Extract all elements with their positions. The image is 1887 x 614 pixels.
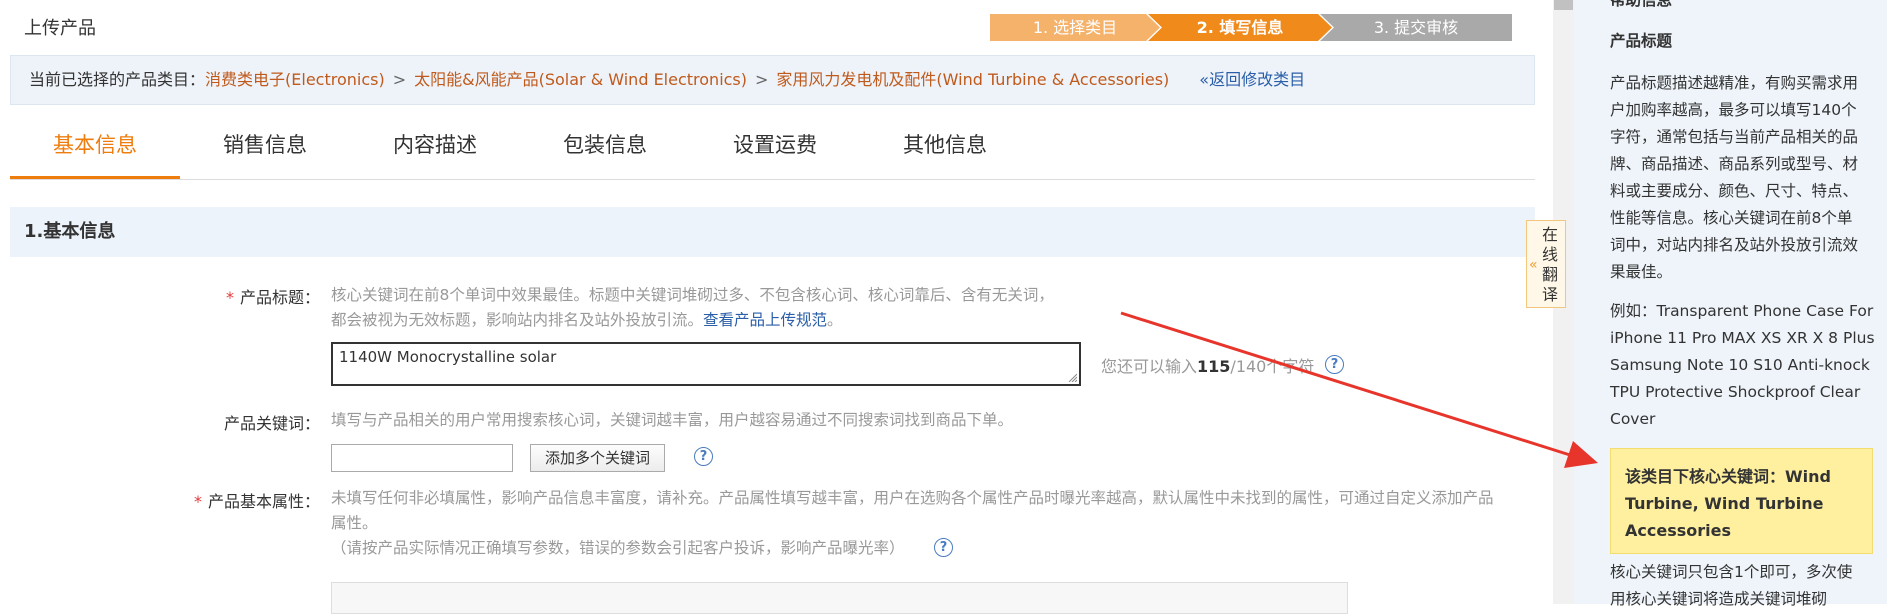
- keywords-hint: 填写与产品相关的用户常用搜索核心词，关键词越丰富，用户越容易通过不同搜索词找到商…: [331, 411, 1014, 429]
- tab-description[interactable]: 内容描述: [350, 115, 520, 179]
- example-line: TPU Protective Shockproof Clear: [1610, 383, 1861, 401]
- help-heading: 产品标题: [1610, 32, 1673, 50]
- example-line: Samsung Note 10 S10 Anti-knock: [1610, 356, 1870, 374]
- core-keyword-highlight: 该类目下核心关键词：Wind Turbine, Wind Turbine Acc…: [1610, 448, 1873, 554]
- example-line: Cover: [1610, 410, 1656, 428]
- product-title-hint: 核心关键词在前8个单词中效果最佳。标题中关键词堆砌过多、不包含核心词、核心词靠后…: [331, 283, 1331, 333]
- form-tabs: 基本信息 销售信息 内容描述 包装信息 设置运费 其他信息: [10, 115, 1535, 180]
- help-line: 果最佳。: [1610, 263, 1673, 281]
- bottom-line: 核心关键词只包含1个即可，多次使: [1610, 563, 1853, 581]
- help-line: 料或主要成分、颜色、尺寸、特点、: [1610, 182, 1859, 200]
- attributes-hint-line2: 属性。: [331, 514, 378, 532]
- example-line: iPhone 11 Pro MAX XS XR X 8 Plus: [1610, 329, 1875, 347]
- attributes-hint-line1: 未填写任何非必填属性，影响产品信息丰富度，请补充。产品属性填写越丰富，用户在选购…: [331, 489, 1494, 507]
- add-keywords-button[interactable]: 添加多个关键词: [530, 444, 665, 472]
- counter-remaining: 115: [1197, 357, 1231, 376]
- tab-packaging[interactable]: 包装信息: [520, 115, 690, 179]
- online-translate-tab[interactable]: « 在线翻译: [1526, 220, 1566, 308]
- step-select-category: 1. 选择类目: [990, 14, 1160, 41]
- attributes-help-icon[interactable]: ?: [934, 538, 953, 557]
- title-help-icon[interactable]: ?: [1325, 355, 1344, 374]
- example-line: 例如：Transparent Phone Case For: [1610, 302, 1874, 320]
- tab-shipping[interactable]: 设置运费: [690, 115, 860, 179]
- product-title-input[interactable]: 1140W Monocrystalline solar: [331, 342, 1081, 386]
- bottom-line: 用核心关键词将造成关键词堆砌: [1610, 590, 1828, 608]
- step-indicator: 1. 选择类目 2. 填写信息 3. 提交审核: [990, 14, 1512, 41]
- keywords-label: 产品关键词：: [223, 414, 320, 433]
- help-line: 词中，对站内排名及站外投放引流效: [1610, 236, 1859, 254]
- collapse-chevron-icon: «: [1529, 257, 1538, 273]
- help-line: 性能等信息。核心关键词在前8个单: [1610, 209, 1853, 227]
- required-mark: *: [225, 288, 234, 307]
- attributes-panel: [331, 582, 1348, 614]
- highlight-line: Turbine, Wind Turbine: [1625, 494, 1824, 513]
- help-line: 牌、商品描述、商品系列或型号、材: [1610, 155, 1859, 173]
- product-title-hint-line2: 都会被视为无效标题，影响站内排名及站外投放引流。: [331, 311, 704, 329]
- category-breadcrumb: 当前已选择的产品类目：消费类电子(Electronics) > 太阳能&风能产品(S…: [10, 55, 1535, 105]
- breadcrumb-separator: >: [392, 70, 407, 89]
- category-level-2[interactable]: 太阳能&风能产品(Solar & Wind Electronics): [414, 70, 747, 89]
- help-example: 例如：Transparent Phone Case For iPhone 11 …: [1610, 298, 1880, 433]
- product-title-label: * 产品标题：: [120, 284, 320, 308]
- attributes-label-text: 产品基本属性：: [207, 492, 320, 511]
- counter-total: /140个字符: [1230, 357, 1315, 376]
- attributes-label: * 产品基本属性：: [120, 488, 320, 512]
- highlight-line: Accessories: [1625, 521, 1731, 540]
- scrollbar-thumb[interactable]: [1554, 0, 1573, 10]
- help-line: 字符，通常包括与当前产品相关的品: [1610, 128, 1859, 146]
- tab-sales-info[interactable]: 销售信息: [180, 115, 350, 179]
- step-submit-review: 3. 提交审核: [1320, 14, 1512, 41]
- upload-rules-link[interactable]: 查看产品上传规范: [703, 311, 827, 329]
- tab-other-info[interactable]: 其他信息: [860, 115, 1030, 179]
- title-char-counter: 您还可以输入115/140个字符: [1101, 353, 1314, 377]
- step-fill-info: 2. 填写信息: [1148, 14, 1332, 41]
- product-title-value: 1140W Monocrystalline solar: [339, 348, 557, 366]
- help-paragraph: 产品标题描述越精准，有购买需求用 户加购率越高，最多可以填写140个 字符，通常…: [1610, 70, 1880, 286]
- keyword-input[interactable]: [331, 444, 513, 472]
- counter-prefix: 您还可以输入: [1101, 357, 1198, 376]
- required-mark: *: [193, 492, 202, 511]
- breadcrumb-separator: >: [755, 70, 769, 89]
- help-panel-title: 帮助信息: [1610, 0, 1673, 9]
- category-prefix: 当前已选择的产品类目：: [29, 70, 206, 89]
- keywords-help-icon[interactable]: ?: [694, 447, 713, 466]
- product-title-label-text: 产品标题：: [239, 288, 320, 307]
- page-title: 上传产品: [24, 18, 96, 39]
- resize-handle-icon[interactable]: [1067, 372, 1077, 382]
- help-bottom-text: 核心关键词只包含1个即可，多次使 用核心关键词将造成关键词堆砌: [1610, 559, 1880, 613]
- section-header: 1.基本信息: [10, 207, 1535, 257]
- hint-end: 。: [827, 311, 843, 329]
- help-line: 户加购率越高，最多可以填写140个: [1610, 101, 1857, 119]
- highlight-line: 该类目下核心关键词：Wind: [1625, 467, 1831, 486]
- help-line: 产品标题描述越精准，有购买需求用: [1610, 74, 1859, 92]
- tab-basic-info[interactable]: 基本信息: [10, 115, 180, 179]
- product-title-hint-line1: 核心关键词在前8个单词中效果最佳。标题中关键词堆砌过多、不包含核心词、核心词靠后…: [331, 286, 1054, 304]
- back-to-category-link[interactable]: «返回修改类目: [1199, 70, 1305, 89]
- translate-label: 在线翻译: [1542, 225, 1559, 304]
- category-level-1[interactable]: 消费类电子(Electronics): [205, 70, 385, 89]
- category-level-3[interactable]: 家用风力发电机及配件(Wind Turbine & Accessories): [776, 70, 1169, 89]
